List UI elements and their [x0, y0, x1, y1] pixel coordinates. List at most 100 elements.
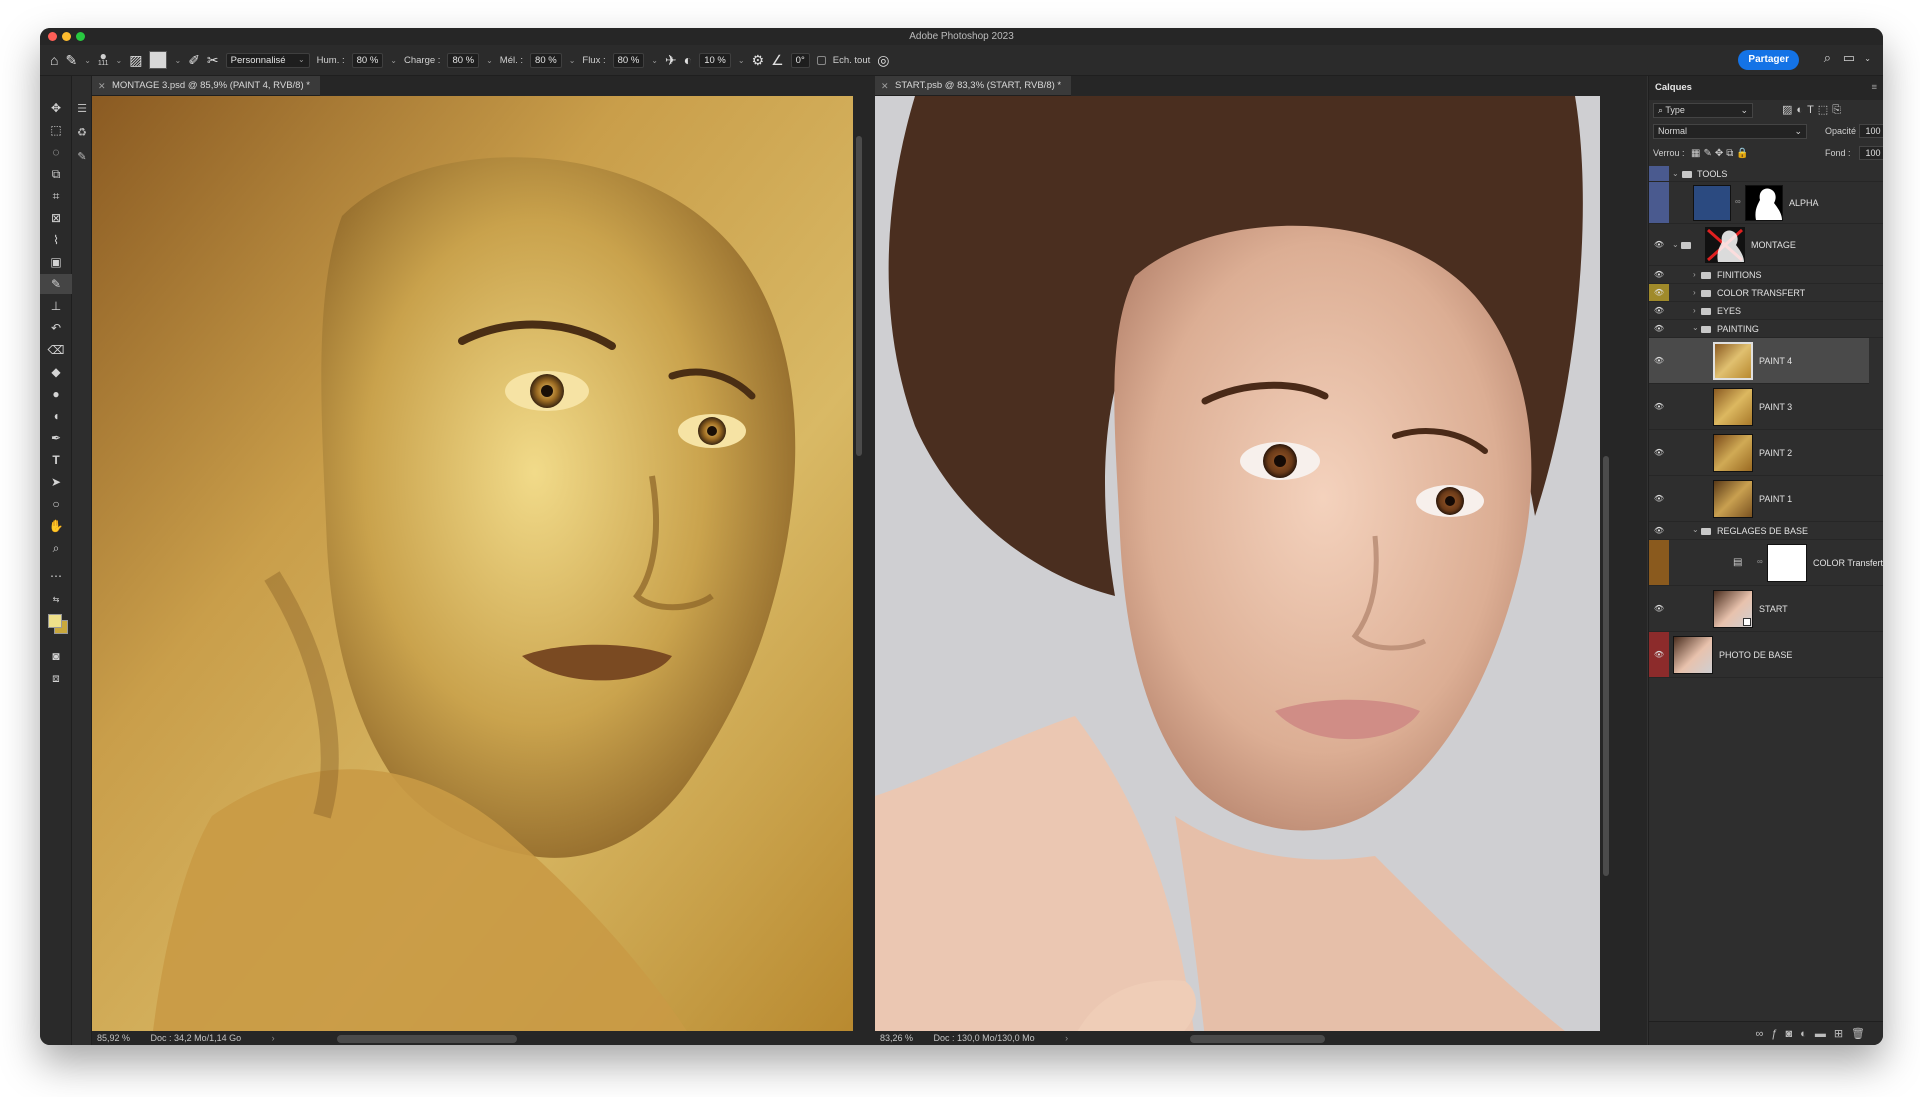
chevron-right-icon[interactable]: › [1065, 1033, 1068, 1043]
link-layers-icon[interactable]: ∞ [1756, 1028, 1772, 1040]
smoothing-input[interactable]: 10 % [699, 52, 731, 68]
path-selection-tool-icon[interactable]: ➤ [40, 472, 72, 492]
zoom-level[interactable]: 85,92 % [97, 1033, 130, 1043]
layer-row-painting[interactable]: 👁 ⌄ PAINTING [1649, 320, 1883, 338]
crop-tool-icon[interactable]: ⌗ [40, 186, 72, 206]
adjustment-filter-icon[interactable]: ◐ [1796, 104, 1807, 116]
chevron-down-icon[interactable]: ⌄ [84, 56, 91, 65]
chevron-down-icon[interactable]: ⌄ [116, 56, 123, 65]
angle-input[interactable]: 0° [790, 52, 810, 68]
eye-icon[interactable]: 👁 [1649, 240, 1669, 249]
object-selection-tool-icon[interactable]: ⧉ [40, 164, 72, 184]
new-group-icon[interactable]: ▬ [1815, 1028, 1834, 1040]
mix-input[interactable]: 80 % [530, 52, 562, 68]
layer-mask-thumbnail[interactable] [1745, 185, 1783, 221]
brush-settings-icon[interactable]: ▨ [129, 52, 142, 69]
layer-row-color-transfert-adjustment[interactable]: ▤ ∞ COLOR Transfert [1649, 540, 1883, 586]
properties-panel-icon[interactable]: ☰ [72, 102, 92, 115]
frame-tool-icon[interactable]: ⊠ [40, 208, 72, 228]
search-icon[interactable]: ⌕ [1824, 50, 1831, 66]
workspace-icon[interactable]: ▭ [1843, 50, 1855, 66]
swap-colors-icon[interactable]: ⇆ [40, 590, 72, 610]
add-mask-icon[interactable]: ◙ [1786, 1028, 1801, 1040]
load-brush-icon[interactable]: ✐ [188, 52, 200, 69]
close-icon[interactable]: ✕ [881, 76, 889, 96]
layer-row-paint-4[interactable]: 👁 PAINT 4 [1649, 338, 1869, 384]
chevron-down-icon[interactable]: ⌄ [1672, 169, 1679, 178]
lock-artboard-icon[interactable]: ⧉ [1726, 148, 1736, 159]
chevron-down-icon[interactable]: ⌄ [738, 56, 745, 65]
zoom-window-button[interactable] [76, 32, 85, 41]
history-brush-tool-icon[interactable]: ↶ [40, 318, 72, 338]
layer-filter-icons[interactable]: ▨◐T⬚⎘ [1782, 103, 1845, 117]
chevron-down-icon[interactable]: ⌄ [651, 56, 658, 65]
eye-icon[interactable]: 👁 [1649, 356, 1669, 365]
load-input[interactable]: 80 % [447, 52, 480, 68]
trash-icon[interactable]: 🗑 [1851, 1028, 1873, 1040]
link-icon[interactable]: ∞ [1735, 197, 1741, 206]
eye-icon[interactable]: 👁 [1649, 650, 1669, 659]
layer-filter-select[interactable]: ⌕ Type ⌄ [1653, 103, 1753, 118]
layer-mask-thumbnail[interactable] [1767, 544, 1807, 582]
smart-filter-icon[interactable]: ⎘ [1832, 104, 1845, 116]
chevron-right-icon[interactable]: › [1693, 288, 1696, 297]
current-brush-load-swatch[interactable] [149, 51, 168, 69]
layer-row-alpha[interactable]: ∞ ALPHA [1649, 182, 1883, 224]
layer-row-color-transfert-group[interactable]: 👁 › COLOR TRANSFERT [1649, 284, 1883, 302]
lock-all-icon[interactable]: 🔒 [1736, 148, 1751, 159]
mixer-brush-tool-icon[interactable]: ✎ [65, 52, 77, 69]
horizontal-scrollbar[interactable] [1190, 1035, 1325, 1043]
vertical-scrollbar[interactable] [856, 136, 862, 456]
layer-row-start[interactable]: 👁 START ⊙⌄ [1649, 586, 1883, 632]
eyedropper-tool-icon[interactable]: ⌇ [40, 230, 72, 250]
pen-tool-icon[interactable]: ✒ [40, 428, 72, 448]
lock-pixels-icon[interactable]: ✎ [1703, 148, 1714, 159]
horizontal-scrollbar[interactable] [337, 1035, 517, 1043]
healing-brush-tool-icon[interactable]: ▣ [40, 252, 72, 272]
chevron-down-icon[interactable]: ⌄ [1692, 323, 1699, 332]
adjustments-panel-icon[interactable]: ♻ [72, 126, 92, 139]
type-filter-icon[interactable]: T [1807, 104, 1818, 116]
preset-select[interactable]: Personnalisé ⌄ [225, 52, 310, 68]
close-window-button[interactable] [48, 32, 57, 41]
quick-mask-icon[interactable]: ◙ [40, 646, 72, 666]
eye-icon[interactable]: 👁 [1649, 526, 1669, 535]
chevron-right-icon[interactable]: › [1693, 306, 1696, 315]
eye-icon[interactable]: 👁 [1649, 288, 1669, 297]
document-tab-montage[interactable]: ✕ MONTAGE 3.psd @ 85,9% (PAINT 4, RVB/8)… [92, 76, 320, 96]
more-tools-icon[interactable]: ⋯ [40, 566, 72, 586]
eye-icon[interactable]: 👁 [1649, 494, 1669, 503]
airbrush-icon[interactable]: ✈ [665, 52, 677, 69]
eye-icon[interactable]: 👁 [1649, 402, 1669, 411]
mixer-brush-tool-icon[interactable]: ✎ [40, 274, 72, 294]
layer-row-montage[interactable]: 👁 ⌄ MONTAGE [1649, 224, 1883, 266]
eye-icon[interactable]: 👁 [1649, 270, 1669, 279]
brush-settings-panel-icon[interactable]: ✎ [72, 150, 92, 163]
eye-icon[interactable]: 👁 [1649, 306, 1669, 315]
chevron-down-icon[interactable]: ⌄ [390, 56, 397, 65]
foreground-color-swatch[interactable] [48, 614, 62, 628]
new-adjustment-icon[interactable]: ◐ [1800, 1028, 1815, 1040]
layer-mask-thumbnail[interactable] [1705, 227, 1745, 263]
layer-row-finitions[interactable]: 👁 › FINITIONS [1649, 266, 1883, 284]
document-tab-start[interactable]: ✕ START.psb @ 83,3% (START, RVB/8) * [875, 76, 1072, 96]
chevron-right-icon[interactable]: › [272, 1033, 275, 1043]
blend-mode-select[interactable]: Normal ⌄ [1653, 124, 1807, 139]
layer-row-paint-3[interactable]: 👁 PAINT 3 [1649, 384, 1883, 430]
chevron-down-icon[interactable]: ⌄ [1864, 54, 1871, 63]
close-icon[interactable]: ✕ [98, 76, 106, 96]
chevron-right-icon[interactable]: › [1693, 270, 1696, 279]
zoom-tool-icon[interactable]: ⌕ [40, 538, 72, 558]
dodge-tool-icon[interactable]: ◖ [40, 406, 72, 426]
clean-brush-icon[interactable]: ✂ [207, 52, 219, 69]
wet-input[interactable]: 80 % [351, 52, 384, 68]
ellipse-tool-icon[interactable]: ○ [40, 494, 72, 514]
brush-preset-picker[interactable]: ● 111 [98, 50, 109, 68]
pixel-filter-icon[interactable]: ▨ [1782, 104, 1796, 116]
type-tool-icon[interactable]: T [40, 450, 72, 470]
eye-icon[interactable]: 👁 [1649, 448, 1669, 457]
layer-style-icon[interactable]: ƒ [1771, 1028, 1785, 1040]
layer-row-photo-de-base[interactable]: 👁 PHOTO DE BASE [1649, 632, 1883, 678]
eraser-tool-icon[interactable]: ⌫ [40, 340, 72, 360]
lock-icons[interactable]: ▦✎✥⧉🔒 [1691, 148, 1752, 159]
